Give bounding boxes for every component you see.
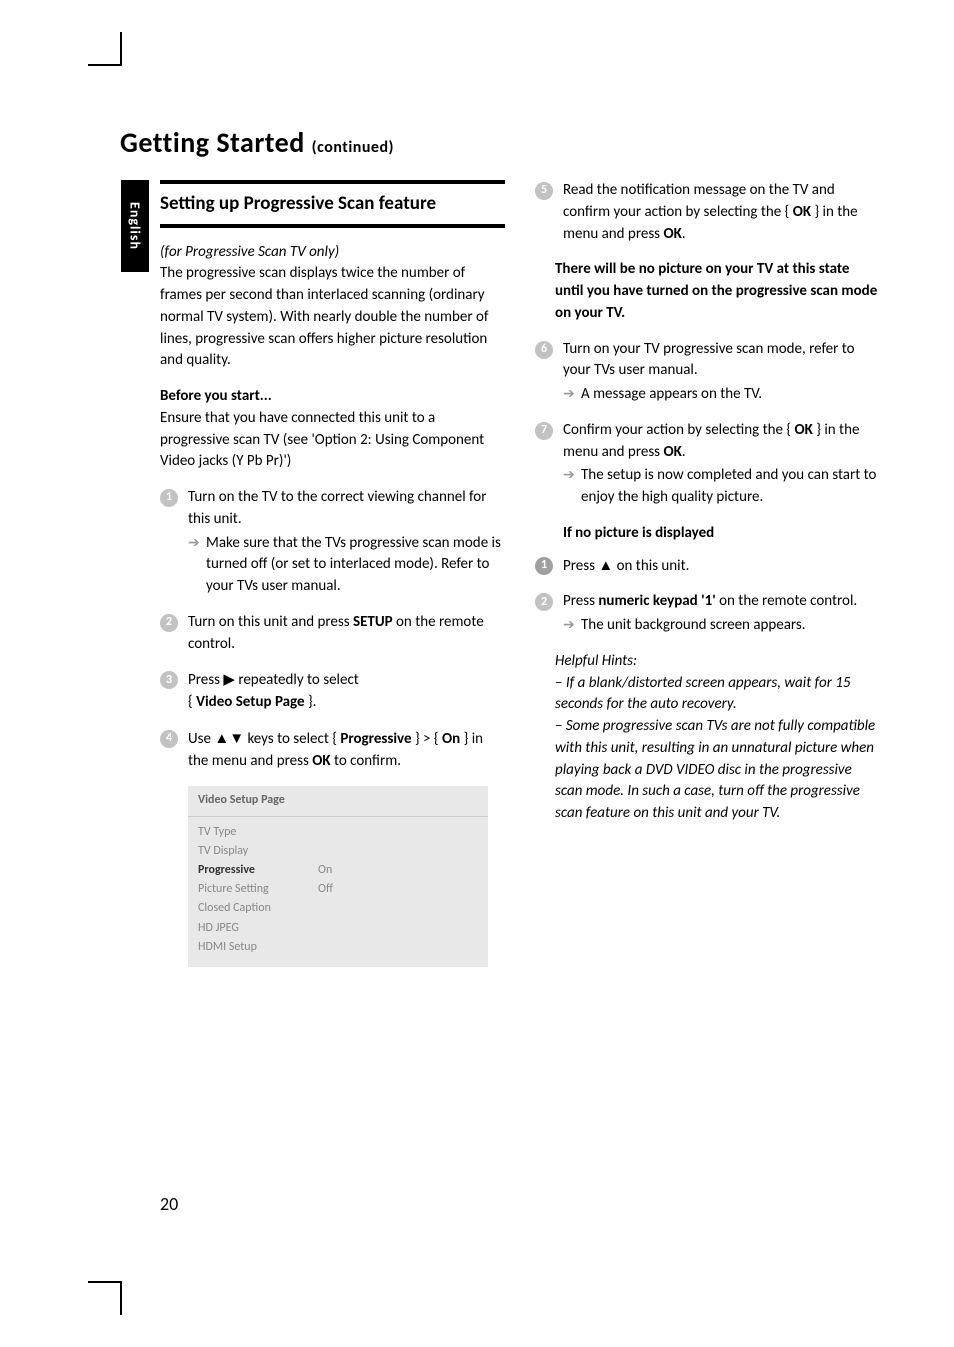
title-main: Getting Started (120, 125, 305, 160)
menu-label: Progressive (198, 861, 318, 880)
crop-mark (88, 64, 122, 66)
step-4-text-a: Use (188, 730, 214, 748)
alt-2-result: The unit background screen appears. (563, 615, 880, 637)
video-setup-page-label: Video Setup Page (196, 693, 304, 711)
hint-2: – Some progressive scan TVs are not full… (555, 717, 875, 822)
menu-label: Picture Setting (198, 880, 318, 899)
step-6-result: A message appears on the TV. (563, 384, 880, 406)
step-7-text-e: . (682, 443, 686, 461)
step-6: 6 Turn on your TV progressive scan mode,… (535, 339, 880, 406)
step-badge-7: 7 (535, 422, 553, 440)
step-1-result: Make sure that the TVs progressive scan … (188, 533, 505, 598)
alt-badge-1: 1 (535, 557, 553, 575)
right-column: 5 Read the notification message on the T… (535, 180, 880, 967)
crop-mark (120, 32, 122, 66)
before-start-block: Before you start... Ensure that you have… (160, 386, 505, 473)
menu-row-progressive: ProgressiveOn (198, 861, 478, 880)
step-badge-2: 2 (160, 614, 178, 632)
title-continued: (continued) (312, 138, 394, 157)
ok-label-5: OK (663, 443, 681, 461)
menu-label: Closed Caption (198, 899, 318, 918)
menu-label: HD JPEG (198, 919, 318, 938)
on-label: On (442, 730, 460, 748)
step-badge-1: 1 (160, 489, 178, 507)
warning-text: There will be no picture on your TV at t… (535, 259, 880, 324)
step-4: 4 Use ▲▼ keys to select { Progressive } … (160, 728, 505, 773)
step-7: 7 Confirm your action by selecting the {… (535, 420, 880, 509)
ok-label-4: OK (794, 421, 812, 439)
no-picture-heading: If no picture is displayed (535, 523, 880, 545)
hints-title: Helpful Hints: (555, 652, 637, 670)
menu-screenshot: Video Setup Page TV Type TV Display Prog… (188, 786, 488, 967)
ok-label-3: OK (663, 225, 681, 243)
step-4-text-d: } > { (412, 730, 442, 748)
numeric-keypad-label: numeric keypad '1' (598, 592, 715, 610)
brace-open: { (188, 693, 196, 711)
menu-row-hdmi: HDMI Setup (198, 938, 478, 957)
menu-row-tv-type: TV Type (198, 823, 478, 842)
before-body: Ensure that you have connected this unit… (160, 409, 484, 471)
play-right-icon: ▶ (223, 671, 235, 688)
crop-mark (120, 1281, 122, 1315)
step-6-text: Turn on your TV progressive scan mode, r… (563, 340, 855, 380)
alt-2-text-a: Press (563, 592, 598, 610)
note-paragraph: (for Progressive Scan TV only) The progr… (160, 242, 505, 373)
brace-close: }. (305, 693, 317, 711)
content-area: Getting Started (continued) Setting up P… (120, 125, 880, 967)
step-3: 3 Press ▶ repeatedly to select { Video S… (160, 669, 505, 714)
step-badge-3: 3 (160, 671, 178, 689)
alt-badge-2: 2 (535, 593, 553, 611)
up-down-icon: ▲▼ (214, 730, 244, 747)
menu-row-tv-display: TV Display (198, 842, 478, 861)
step-7-result: The setup is now completed and you can s… (563, 465, 880, 509)
helpful-hints: Helpful Hints: – If a blank/distorted sc… (535, 651, 880, 825)
menu-label: HDMI Setup (198, 938, 318, 957)
step-7-text-a: Confirm your action by selecting the { (563, 421, 794, 439)
step-badge-5: 5 (535, 182, 553, 200)
page-number: 20 (160, 1193, 178, 1215)
menu-label: TV Display (198, 842, 318, 861)
step-badge-4: 4 (160, 730, 178, 748)
menu-value: Off (318, 880, 333, 899)
step-4-text-b: keys to select { (244, 730, 340, 748)
step-3-text-b: repeatedly to select (235, 671, 359, 689)
alt-1-text-b: on this unit. (613, 557, 689, 575)
ok-label-2: OK (793, 203, 811, 221)
step-4-text-h: to confirm. (331, 752, 401, 770)
alt-step-1: 1 Press ▲ on this unit. (535, 555, 880, 578)
menu-body: TV Type TV Display ProgressiveOn Picture… (188, 817, 488, 967)
step-2-setup: SETUP (353, 613, 393, 631)
step-2: 2 Turn on this unit and press SETUP on t… (160, 612, 505, 656)
before-heading: Before you start... (160, 387, 272, 405)
ok-label-1: OK (312, 752, 330, 770)
page-title: Getting Started (continued) (120, 125, 880, 160)
step-1-text: Turn on the TV to the correct viewing ch… (188, 488, 486, 528)
menu-label: TV Type (198, 823, 318, 842)
menu-value: On (318, 861, 332, 880)
step-3-text-a: Press (188, 671, 223, 689)
page: English Getting Started (continued) Sett… (0, 0, 954, 1347)
menu-title: Video Setup Page (188, 786, 488, 816)
progressive-label: Progressive (340, 730, 411, 748)
step-badge-6: 6 (535, 341, 553, 359)
step-5-text-e: . (682, 225, 686, 243)
crop-mark (88, 1281, 122, 1283)
alt-1-text-a: Press (563, 557, 598, 575)
step-5: 5 Read the notification message on the T… (535, 180, 880, 245)
menu-row-cc: Closed Caption (198, 899, 478, 918)
eject-icon: ▲ (598, 557, 613, 574)
alt-step-2: 2 Press numeric keypad '1' on the remote… (535, 591, 880, 637)
step-2-text-a: Turn on this unit and press (188, 613, 353, 631)
hint-1: – If a blank/distorted screen appears, w… (555, 674, 850, 714)
section-heading-box: Setting up Progressive Scan feature (160, 180, 505, 228)
section-heading: Setting up Progressive Scan feature (160, 190, 505, 218)
menu-row-picture: Picture SettingOff (198, 880, 478, 899)
progressive-note: (for Progressive Scan TV only) (160, 243, 339, 261)
step-1: 1 Turn on the TV to the correct viewing … (160, 487, 505, 598)
alt-2-text-c: on the remote control. (716, 592, 857, 610)
menu-row-hd-jpeg: HD JPEG (198, 919, 478, 938)
intro-text: The progressive scan displays twice the … (160, 264, 488, 369)
left-column: Setting up Progressive Scan feature (for… (160, 180, 505, 967)
two-column-layout: Setting up Progressive Scan feature (for… (160, 180, 880, 967)
